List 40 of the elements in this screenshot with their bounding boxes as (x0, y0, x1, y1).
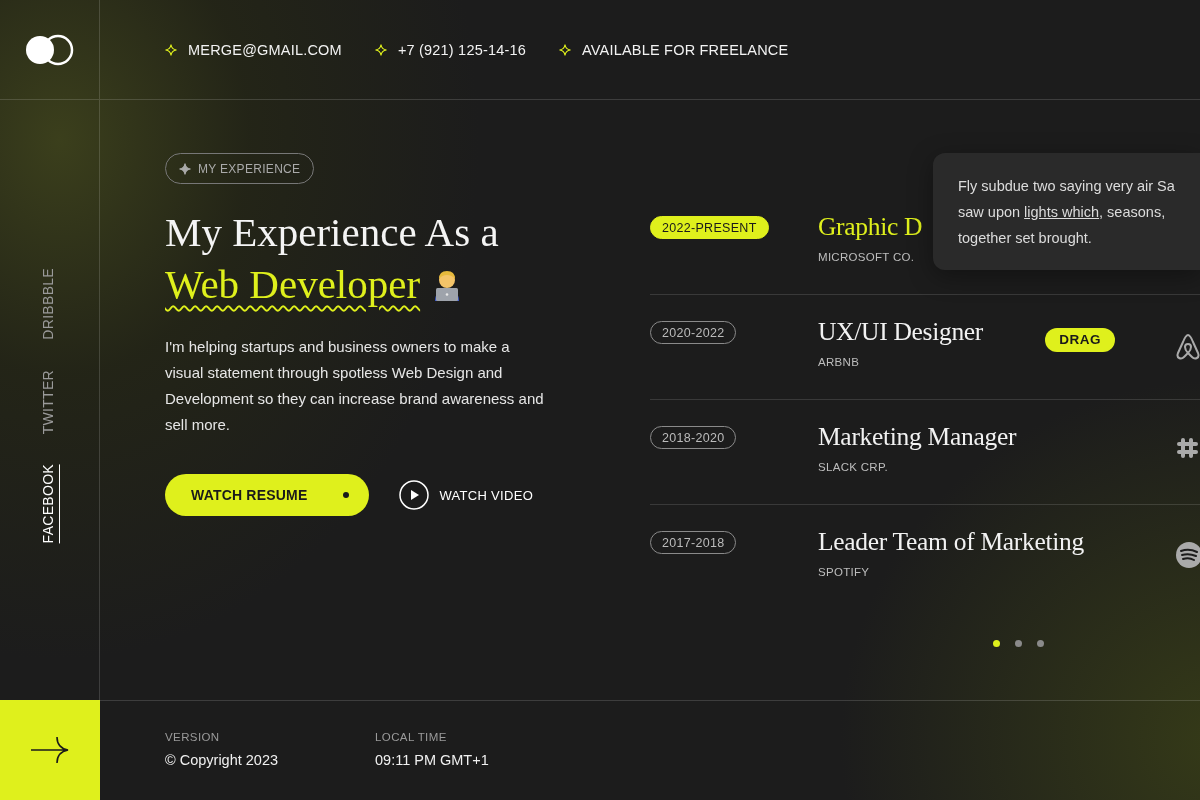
local-time-label: LOCAL TIME (375, 731, 448, 743)
contact-link[interactable]: +7 (921) 125-14-16 (397, 41, 527, 58)
sparkle-icon (374, 43, 387, 56)
watch-video-button[interactable]: WATCH VIDEO (399, 480, 534, 510)
sparkle-icon (559, 43, 572, 56)
social-link[interactable]: TWITTER (39, 369, 60, 434)
logo-icon[interactable] (23, 33, 76, 66)
local-time-value: 09:11 PM GMT+1 (375, 752, 490, 768)
company-name: SPOTIFY (818, 566, 871, 578)
job-title: Marketing Manager (818, 421, 1017, 453)
company-name: MICROSOFT CO. (818, 251, 916, 263)
company-name: SLACK CRP. (818, 461, 889, 473)
contact-link[interactable]: AVAILABLE FOR FREELANCE (582, 41, 789, 58)
airbnb-icon (1175, 331, 1200, 361)
company-name: ARBNB (818, 356, 861, 368)
job-title: UX/UI Designer (818, 316, 984, 348)
intro-text: I'm helping startups and business owners to make a visual statement through spotless Web Design and Development so they can increase brand awareness and sell more. (165, 337, 545, 435)
sparkle-icon (179, 162, 191, 175)
contact-link[interactable]: MERGE@GMAIL.COM (188, 41, 342, 58)
period-badge: 2022-PRESENT (650, 216, 769, 239)
text-link[interactable]: lights which (1024, 204, 1100, 220)
job-title: Graphic D (818, 211, 923, 243)
social-link[interactable]: FACEBOOK (39, 463, 60, 544)
pager-dot[interactable] (993, 640, 1000, 647)
copyright-text: © Copyright 2023 (165, 752, 280, 768)
tooltip-text: Fly subdue two saying very air Sa saw upon lights which, seasons, together set brought. (958, 177, 1176, 248)
version-label: VERSION (165, 731, 221, 743)
hashtag-logo-icon (1175, 436, 1200, 460)
pager-dot[interactable] (1015, 640, 1022, 647)
page-heading: My Experience As a Web Developer (165, 208, 499, 309)
sparkle-icon (165, 43, 177, 56)
arrow-right-icon (30, 735, 70, 765)
watch-resume-button[interactable]: WATCH RESUME (165, 474, 370, 516)
job-title: Leader Team of Marketing (818, 526, 1084, 558)
play-icon (399, 480, 430, 510)
pager-dot[interactable] (1037, 640, 1044, 647)
social-link[interactable]: DRIBBBLE (39, 268, 60, 340)
tag-label: MY EXPERIENCE (198, 161, 301, 176)
spotify-icon (1175, 541, 1200, 569)
drag-badge[interactable]: DRAG (1045, 328, 1115, 352)
